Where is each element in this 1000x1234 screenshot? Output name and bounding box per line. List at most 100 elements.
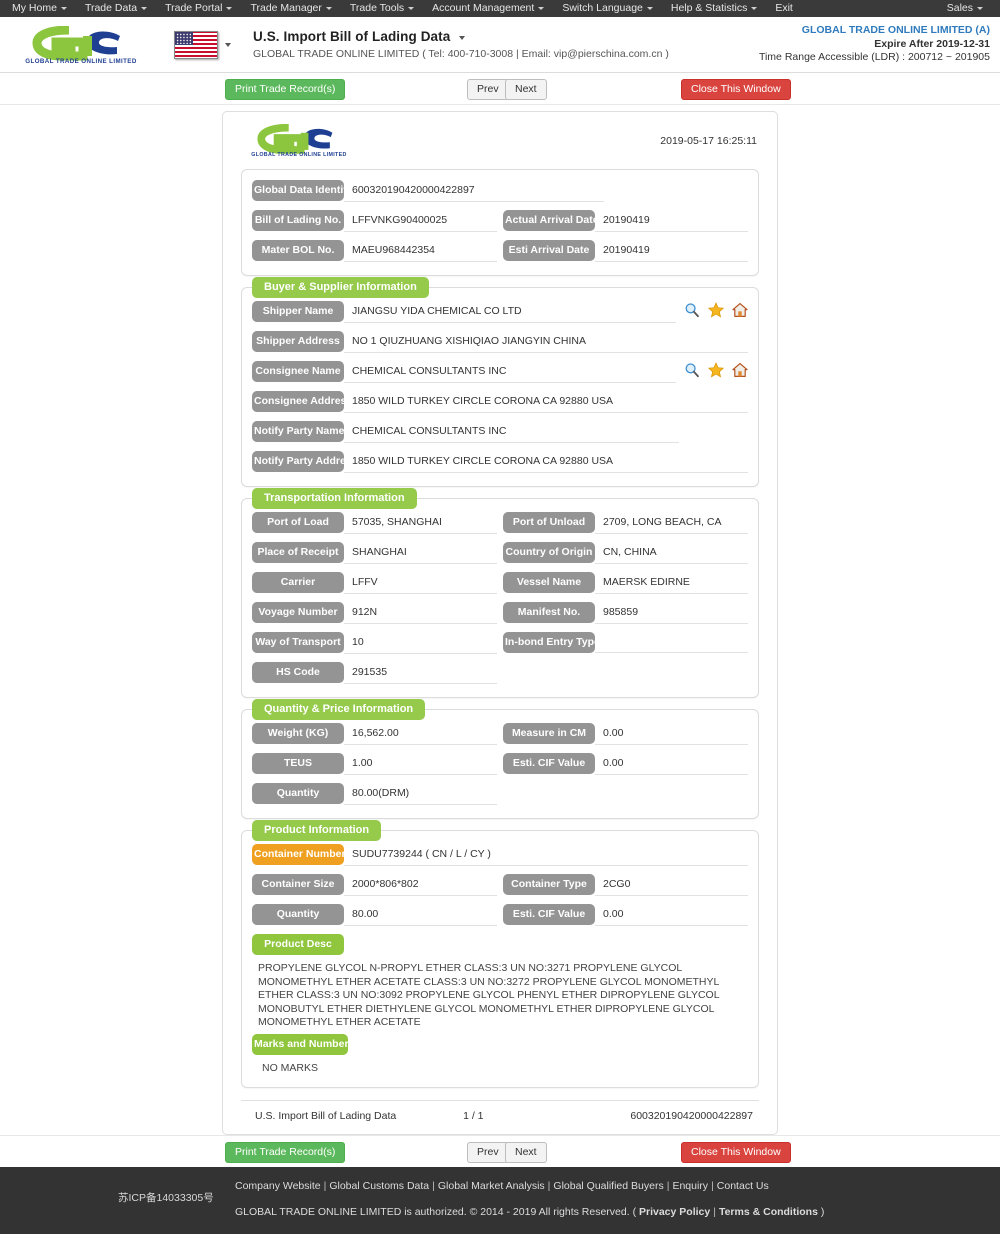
nav-item-label: Trade Data bbox=[84, 2, 138, 14]
chevron-down-icon[interactable] bbox=[459, 36, 466, 40]
transport-row-1: Port of Load 57035, SHANGHAI Port of Unl… bbox=[252, 512, 748, 534]
prev-button[interactable]: Prev bbox=[467, 79, 509, 100]
document-footer-identity: 600320190420000422897 bbox=[630, 1109, 753, 1122]
nav-item-exit[interactable]: Exit bbox=[766, 0, 802, 17]
star-icon[interactable] bbox=[708, 362, 724, 378]
field-label: Notify Party Address bbox=[252, 451, 344, 472]
nav-item-my-home[interactable]: My Home bbox=[8, 0, 76, 17]
prev-button-bottom[interactable]: Prev bbox=[467, 1141, 509, 1163]
footer-link-contact-us[interactable]: Contact Us bbox=[717, 1180, 769, 1192]
nav-item-trade-data[interactable]: Trade Data bbox=[76, 0, 156, 17]
close-window-button[interactable]: Close This Window bbox=[681, 79, 791, 100]
identity-row-1: Global Data Identity 6003201904200004228… bbox=[252, 180, 748, 202]
marks-and-numbers-label: Marks and Numbers bbox=[252, 1033, 348, 1055]
field-manifest-no: Manifest No. 985859 bbox=[503, 602, 748, 624]
page-subtitle: GLOBAL TRADE ONLINE LIMITED ( Tel: 400-7… bbox=[253, 48, 669, 60]
footer-copyright-suffix: ) bbox=[820, 1205, 825, 1218]
field-value: 2000*806*802 bbox=[344, 874, 497, 896]
field-value: 291535 bbox=[344, 662, 497, 684]
svg-text:GLOBAL TRADE ONLINE LIMITED: GLOBAL TRADE ONLINE LIMITED bbox=[25, 58, 137, 64]
field-global-data-identity: Global Data Identity 6003201904200004228… bbox=[252, 180, 748, 202]
chevron-down-icon bbox=[60, 6, 67, 10]
field-label: Shipper Name bbox=[252, 301, 344, 322]
field-container-type: Container Type 2CG0 bbox=[503, 874, 748, 896]
search-icon[interactable] bbox=[684, 362, 700, 378]
qty-row-3: Quantity 80.00(DRM) bbox=[252, 783, 748, 805]
panel-title: Transportation Information bbox=[252, 488, 417, 509]
field-voyage-number: Voyage Number 912N bbox=[252, 602, 497, 624]
nav-item-label: Exit bbox=[775, 2, 793, 14]
nav-item-trade-portal[interactable]: Trade Portal bbox=[156, 0, 241, 17]
field-value: 600320190420000422897 bbox=[344, 180, 604, 202]
print-trade-records-button[interactable]: Print Trade Record(s) bbox=[225, 79, 346, 100]
print-trade-records-button-bottom[interactable]: Print Trade Record(s) bbox=[225, 1141, 346, 1163]
document-header: GLOBAL TRADE ONLINE LIMITED 2019-05-17 1… bbox=[237, 122, 763, 163]
footer-link-privacy-policy[interactable]: Privacy Policy bbox=[639, 1206, 710, 1218]
field-actual-arrival-date: Actual Arrival Date 20190419 bbox=[503, 210, 748, 232]
footer-links-row: Company Website | Global Customs Data | Glob… bbox=[235, 1179, 769, 1192]
page-title: U.S. Import Bill of Lading Data bbox=[253, 29, 451, 44]
field-value: 80.00(DRM) bbox=[344, 783, 497, 805]
field-label: Shipper Address bbox=[252, 331, 344, 352]
footer-link-company-website[interactable]: Company Website bbox=[235, 1180, 321, 1192]
footer-link-global-qualified-buyers[interactable]: Global Qualified Buyers bbox=[553, 1180, 663, 1192]
field-label: Quantity bbox=[252, 783, 344, 804]
star-icon[interactable] bbox=[708, 302, 724, 318]
footer-link-global-customs-data[interactable]: Global Customs Data bbox=[329, 1180, 429, 1192]
field-value: 57035, SHANGHAI bbox=[344, 512, 497, 534]
field-label: Country of Origin bbox=[503, 542, 595, 563]
nav-item-trade-manager[interactable]: Trade Manager bbox=[241, 0, 340, 17]
field-label: Vessel Name bbox=[503, 572, 595, 593]
product-desc-label-row: Product Desc bbox=[252, 934, 748, 955]
document-footer-title: U.S. Import Bill of Lading Data bbox=[255, 1109, 397, 1122]
top-navigation-bar: My Home Trade Data Trade Portal Trade Ma… bbox=[0, 0, 1000, 17]
footer-link-enquiry[interactable]: Enquiry bbox=[672, 1180, 708, 1192]
site-logo[interactable]: GLOBAL TRADE ONLINE LIMITED bbox=[16, 25, 146, 64]
field-label: TEUS bbox=[252, 753, 344, 774]
field-label: In-bond Entry Type bbox=[503, 632, 595, 653]
field-label: Port of Load bbox=[252, 512, 344, 533]
marks-label-row: Marks and Numbers bbox=[252, 1033, 748, 1055]
page-title-block: U.S. Import Bill of Lading Data GLOBAL T… bbox=[253, 29, 669, 60]
field-carrier: Carrier LFFV bbox=[252, 572, 497, 594]
bill-of-lading-card: GLOBAL TRADE ONLINE LIMITED 2019-05-17 1… bbox=[222, 111, 778, 1135]
home-icon[interactable] bbox=[732, 302, 748, 318]
country-flag-selector[interactable] bbox=[174, 30, 231, 59]
field-label: Manifest No. bbox=[503, 602, 595, 623]
flag-canton bbox=[175, 31, 194, 46]
us-flag-icon bbox=[174, 30, 218, 59]
chevron-down-icon bbox=[538, 6, 545, 10]
nav-item-sales[interactable]: Sales bbox=[938, 0, 992, 17]
product-row-1: Container Size 2000*806*802 Container Ty… bbox=[252, 874, 748, 896]
chevron-down-icon bbox=[751, 6, 758, 10]
row-action-icons bbox=[676, 301, 748, 318]
nav-item-account-management[interactable]: Account Management bbox=[423, 0, 553, 17]
transport-row-5: Way of Transport 10 In-bond Entry Type bbox=[252, 632, 748, 654]
field-hs-code: HS Code 291535 bbox=[252, 662, 497, 684]
footer-link-terms-conditions[interactable]: Terms & Conditions bbox=[719, 1206, 818, 1218]
qty-row-1: Weight (KG) 16,562.00 Measure in CM 0.00 bbox=[252, 723, 748, 745]
chevron-down-icon bbox=[325, 6, 332, 10]
field-label: Esti. CIF Value bbox=[503, 904, 595, 925]
next-button-bottom[interactable]: Next bbox=[505, 1141, 547, 1163]
home-icon[interactable] bbox=[732, 362, 748, 378]
field-label: Place of Receipt bbox=[252, 542, 344, 563]
nav-item-help-statistics[interactable]: Help & Statistics bbox=[662, 0, 766, 17]
field-label: Container Type bbox=[503, 874, 595, 895]
close-window-button-bottom[interactable]: Close This Window bbox=[681, 1141, 791, 1163]
next-button[interactable]: Next bbox=[505, 79, 547, 100]
field-label: Measure in CM bbox=[503, 723, 595, 744]
field-value: 0.00 bbox=[595, 753, 748, 775]
nav-item-trade-tools[interactable]: Trade Tools bbox=[341, 0, 423, 17]
footer-copyright-text: GLOBAL TRADE ONLINE LIMITED is authorize… bbox=[235, 1205, 637, 1218]
field-port-of-unload: Port of Unload 2709, LONG BEACH, CA bbox=[503, 512, 748, 534]
svg-text:GLOBAL TRADE ONLINE LIMITED: GLOBAL TRADE ONLINE LIMITED bbox=[251, 152, 346, 157]
gto-logo-icon: GLOBAL TRADE ONLINE LIMITED bbox=[25, 25, 137, 64]
quantity-price-panel: Quantity & Price Information Weight (KG)… bbox=[241, 699, 759, 819]
nav-item-switch-language[interactable]: Switch Language bbox=[553, 0, 662, 17]
field-master-bol-no: Mater BOL No. MAEU968442354 bbox=[252, 240, 497, 262]
search-icon[interactable] bbox=[684, 302, 700, 318]
footer-link-global-market-analysis[interactable]: Global Market Analysis bbox=[438, 1180, 545, 1192]
field-value: 0.00 bbox=[595, 904, 748, 926]
field-label: Container Number bbox=[252, 844, 344, 865]
